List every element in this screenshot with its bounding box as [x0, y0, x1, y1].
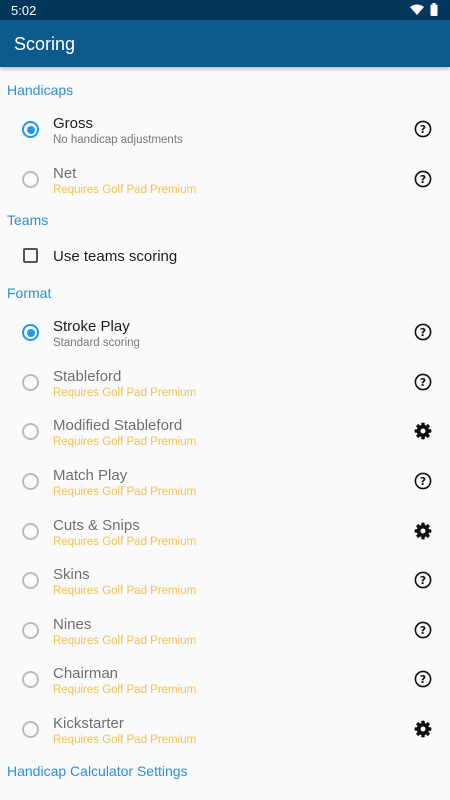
help-icon[interactable]: ? [414, 170, 432, 188]
svg-text:?: ? [420, 376, 426, 389]
radio-kickstarter[interactable] [22, 721, 39, 738]
option-net[interactable]: Net Requires Golf Pad Premium ? [0, 154, 450, 204]
svg-text:?: ? [420, 673, 426, 686]
svg-text:?: ? [420, 123, 426, 136]
option-kickstarter[interactable]: Kickstarter Requires Golf Pad Premium [0, 704, 450, 754]
radio-stableford[interactable] [22, 374, 39, 391]
teams-scoring-checkbox[interactable] [23, 248, 38, 263]
option-kickstarter-title: Kickstarter [53, 715, 124, 732]
option-modified-stableford-title: Modified Stableford [53, 417, 183, 434]
option-skins-subtitle: Requires Golf Pad Premium [53, 585, 197, 597]
option-stroke-play[interactable]: Stroke Play Standard scoring ? [0, 307, 450, 357]
option-stroke-play-title: Stroke Play [53, 318, 130, 335]
section-header-teams: Teams [7, 212, 49, 228]
option-cuts-and-snips-title: Cuts & Snips [53, 517, 140, 534]
section-header-format: Format [7, 285, 52, 301]
svg-text:?: ? [420, 624, 426, 637]
help-icon[interactable]: ? [414, 120, 432, 138]
option-match-play-subtitle: Requires Golf Pad Premium [53, 486, 197, 498]
option-modified-stableford[interactable]: Modified Stableford Requires Golf Pad Pr… [0, 406, 450, 456]
help-icon[interactable]: ? [414, 373, 432, 391]
scoring-settings-list[interactable]: Handicaps Gross No handicap adjustments … [0, 67, 450, 800]
radio-gross[interactable] [22, 121, 39, 138]
option-nines-title: Nines [53, 616, 92, 633]
option-skins[interactable]: Skins Requires Golf Pad Premium ? [0, 555, 450, 605]
option-kickstarter-subtitle: Requires Golf Pad Premium [53, 734, 197, 746]
option-chairman-subtitle: Requires Golf Pad Premium [53, 684, 197, 696]
option-gross[interactable]: Gross No handicap adjustments ? [0, 104, 450, 154]
help-icon[interactable]: ? [414, 621, 432, 639]
radio-stroke-play[interactable] [22, 324, 39, 341]
svg-text:?: ? [420, 475, 426, 488]
app-bar: Scoring [0, 20, 450, 67]
option-stableford[interactable]: Stableford Requires Golf Pad Premium ? [0, 357, 450, 407]
option-stroke-play-subtitle: Standard scoring [53, 337, 140, 349]
option-stableford-subtitle: Requires Golf Pad Premium [53, 387, 197, 399]
help-icon[interactable]: ? [414, 571, 432, 589]
section-header-handicaps: Handicaps [7, 82, 74, 98]
svg-text:?: ? [420, 173, 426, 186]
gear-icon[interactable] [414, 422, 432, 440]
radio-cuts-and-snips[interactable] [22, 523, 39, 540]
page-title: Scoring [14, 34, 76, 54]
option-net-title: Net [53, 165, 77, 182]
radio-nines[interactable] [22, 622, 39, 639]
option-nines-subtitle: Requires Golf Pad Premium [53, 635, 197, 647]
section-header-handicap-calculator: Handicap Calculator Settings [7, 763, 188, 779]
radio-skins[interactable] [22, 572, 39, 589]
option-match-play-title: Match Play [53, 467, 128, 484]
wifi-icon [410, 4, 424, 15]
option-cuts-and-snips[interactable]: Cuts & Snips Requires Golf Pad Premium [0, 506, 450, 556]
help-icon[interactable]: ? [414, 670, 432, 688]
svg-text:?: ? [420, 326, 426, 339]
option-gross-subtitle: No handicap adjustments [53, 134, 183, 146]
option-stableford-title: Stableford [53, 368, 122, 385]
option-match-play[interactable]: Match Play Requires Golf Pad Premium ? [0, 456, 450, 506]
gear-icon[interactable] [414, 522, 432, 540]
system-icons [410, 3, 438, 16]
option-chairman-title: Chairman [53, 665, 119, 682]
option-cuts-and-snips-subtitle: Requires Golf Pad Premium [53, 536, 197, 548]
teams-scoring-label: Use teams scoring [53, 248, 178, 265]
option-gross-title: Gross [53, 115, 94, 132]
status-time: 5:02 [11, 3, 37, 18]
help-icon[interactable]: ? [414, 323, 432, 341]
gear-icon[interactable] [414, 720, 432, 738]
option-nines[interactable]: Nines Requires Golf Pad Premium ? [0, 605, 450, 655]
status-bar: 5:02 [0, 0, 450, 20]
option-use-teams-scoring[interactable]: Use teams scoring [0, 232, 450, 280]
battery-icon [430, 3, 438, 16]
radio-chairman[interactable] [22, 671, 39, 688]
option-modified-stableford-subtitle: Requires Golf Pad Premium [53, 436, 197, 448]
option-chairman[interactable]: Chairman Requires Golf Pad Premium ? [0, 654, 450, 704]
option-skins-title: Skins [53, 566, 90, 583]
radio-net[interactable] [22, 171, 39, 188]
help-icon[interactable]: ? [414, 472, 432, 490]
radio-match-play[interactable] [22, 473, 39, 490]
radio-modified-stableford[interactable] [22, 423, 39, 440]
svg-text:?: ? [420, 574, 426, 587]
option-net-subtitle: Requires Golf Pad Premium [53, 184, 197, 196]
